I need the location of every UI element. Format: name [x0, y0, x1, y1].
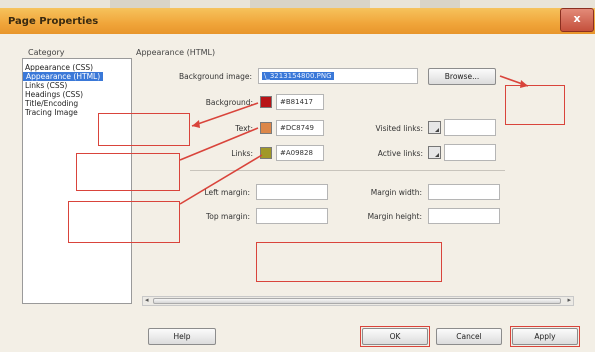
annotation-arrow	[179, 127, 259, 161]
annotation-arrowhead	[192, 120, 200, 128]
annotation-arrow	[179, 154, 263, 205]
annotation-arrow	[191, 102, 259, 127]
annotation-arrowhead	[520, 80, 528, 88]
annotation-arrows	[179, 75, 529, 205]
